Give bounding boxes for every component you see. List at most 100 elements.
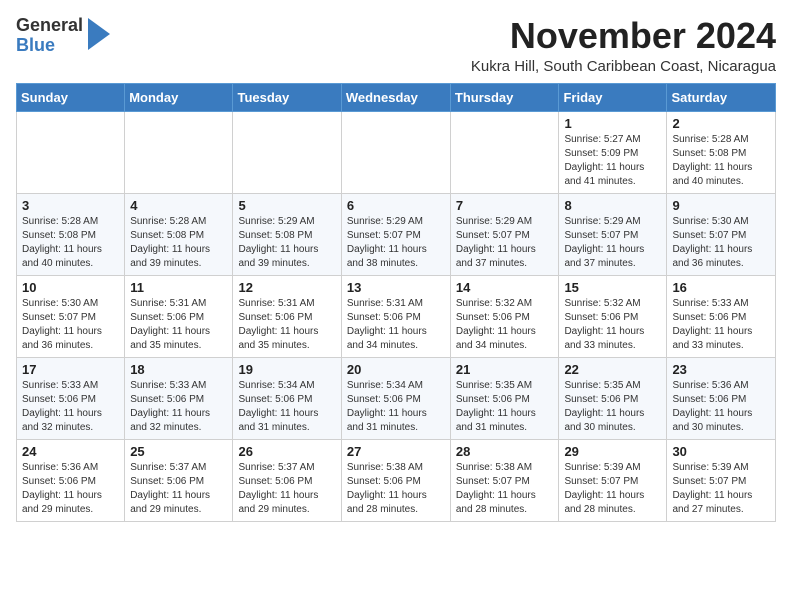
day-of-week-header: Saturday xyxy=(667,83,776,111)
calendar-day-cell: 5 Sunrise: 5:29 AMSunset: 5:08 PMDaylight… xyxy=(233,193,341,275)
calendar-day-cell: 10 Sunrise: 5:30 AMSunset: 5:07 PMDayligh… xyxy=(17,275,125,357)
day-number: 15 xyxy=(564,280,661,295)
day-info: Sunrise: 5:36 AMSunset: 5:06 PMDaylight:… xyxy=(22,461,119,517)
calendar-day-cell: 16 Sunrise: 5:33 AMSunset: 5:06 PMDayligh… xyxy=(667,275,776,357)
calendar-day-cell: 22 Sunrise: 5:35 AMSunset: 5:06 PMDayligh… xyxy=(559,357,667,439)
day-number: 3 xyxy=(22,198,119,213)
calendar-day-cell: 14 Sunrise: 5:32 AMSunset: 5:06 PMDayligh… xyxy=(450,275,559,357)
day-info: Sunrise: 5:35 AMSunset: 5:06 PMDaylight:… xyxy=(564,379,661,435)
day-of-week-header: Wednesday xyxy=(341,83,450,111)
calendar-day-cell: 20 Sunrise: 5:34 AMSunset: 5:06 PMDayligh… xyxy=(341,357,450,439)
day-info: Sunrise: 5:38 AMSunset: 5:07 PMDaylight:… xyxy=(456,461,554,517)
day-info: Sunrise: 5:28 AMSunset: 5:08 PMDaylight:… xyxy=(672,133,770,189)
calendar-day-cell: 19 Sunrise: 5:34 AMSunset: 5:06 PMDayligh… xyxy=(233,357,341,439)
calendar-day-cell: 15 Sunrise: 5:32 AMSunset: 5:06 PMDayligh… xyxy=(559,275,667,357)
day-number: 19 xyxy=(238,362,335,377)
day-of-week-header: Friday xyxy=(559,83,667,111)
day-info: Sunrise: 5:30 AMSunset: 5:07 PMDaylight:… xyxy=(672,215,770,271)
day-number: 6 xyxy=(347,198,445,213)
calendar-day-cell: 21 Sunrise: 5:35 AMSunset: 5:06 PMDayligh… xyxy=(450,357,559,439)
calendar-week-row: 17 Sunrise: 5:33 AMSunset: 5:06 PMDayligh… xyxy=(17,357,776,439)
day-info: Sunrise: 5:27 AMSunset: 5:09 PMDaylight:… xyxy=(564,133,661,189)
calendar-day-cell: 13 Sunrise: 5:31 AMSunset: 5:06 PMDayligh… xyxy=(341,275,450,357)
day-info: Sunrise: 5:39 AMSunset: 5:07 PMDaylight:… xyxy=(672,461,770,517)
day-number: 29 xyxy=(564,444,661,459)
calendar-day-cell: 6 Sunrise: 5:29 AMSunset: 5:07 PMDaylight… xyxy=(341,193,450,275)
day-info: Sunrise: 5:31 AMSunset: 5:06 PMDaylight:… xyxy=(130,297,227,353)
day-number: 14 xyxy=(456,280,554,295)
day-info: Sunrise: 5:37 AMSunset: 5:06 PMDaylight:… xyxy=(130,461,227,517)
day-info: Sunrise: 5:33 AMSunset: 5:06 PMDaylight:… xyxy=(22,379,119,435)
day-info: Sunrise: 5:29 AMSunset: 5:07 PMDaylight:… xyxy=(456,215,554,271)
calendar-day-cell: 29 Sunrise: 5:39 AMSunset: 5:07 PMDayligh… xyxy=(559,439,667,521)
day-number: 17 xyxy=(22,362,119,377)
calendar-day-cell xyxy=(341,111,450,193)
day-number: 8 xyxy=(564,198,661,213)
day-info: Sunrise: 5:34 AMSunset: 5:06 PMDaylight:… xyxy=(347,379,445,435)
day-info: Sunrise: 5:29 AMSunset: 5:07 PMDaylight:… xyxy=(564,215,661,271)
day-info: Sunrise: 5:31 AMSunset: 5:06 PMDaylight:… xyxy=(347,297,445,353)
day-number: 26 xyxy=(238,444,335,459)
day-info: Sunrise: 5:31 AMSunset: 5:06 PMDaylight:… xyxy=(238,297,335,353)
calendar-day-cell: 8 Sunrise: 5:29 AMSunset: 5:07 PMDaylight… xyxy=(559,193,667,275)
calendar-day-cell: 11 Sunrise: 5:31 AMSunset: 5:06 PMDayligh… xyxy=(125,275,233,357)
calendar-day-cell: 12Sunrise: 5:31 AMSunset: 5:06 PMDayligh… xyxy=(233,275,341,357)
day-info: Sunrise: 5:33 AMSunset: 5:06 PMDaylight:… xyxy=(130,379,227,435)
day-number: 5 xyxy=(238,198,335,213)
day-number: 13 xyxy=(347,280,445,295)
day-info: Sunrise: 5:32 AMSunset: 5:06 PMDaylight:… xyxy=(456,297,554,353)
day-info: Sunrise: 5:35 AMSunset: 5:06 PMDaylight:… xyxy=(456,379,554,435)
day-number: 7 xyxy=(456,198,554,213)
day-number: 23 xyxy=(672,362,770,377)
day-info: Sunrise: 5:34 AMSunset: 5:06 PMDaylight:… xyxy=(238,379,335,435)
calendar-day-cell xyxy=(17,111,125,193)
day-info: Sunrise: 5:29 AMSunset: 5:07 PMDaylight:… xyxy=(347,215,445,271)
calendar-day-cell: 23 Sunrise: 5:36 AMSunset: 5:06 PMDayligh… xyxy=(667,357,776,439)
day-info: Sunrise: 5:32 AMSunset: 5:06 PMDaylight:… xyxy=(564,297,661,353)
day-info: Sunrise: 5:30 AMSunset: 5:07 PMDaylight:… xyxy=(22,297,119,353)
month-year-title: November 2024 xyxy=(471,16,776,56)
calendar-day-cell: 2 Sunrise: 5:28 AMSunset: 5:08 PMDaylight… xyxy=(667,111,776,193)
calendar-day-cell: 30 Sunrise: 5:39 AMSunset: 5:07 PMDayligh… xyxy=(667,439,776,521)
day-info: Sunrise: 5:39 AMSunset: 5:07 PMDaylight:… xyxy=(564,461,661,517)
page-header: General Blue November 2024 Kukra Hill, S… xyxy=(16,16,776,75)
day-number: 27 xyxy=(347,444,445,459)
calendar-header-row: SundayMondayTuesdayWednesdayThursdayFrid… xyxy=(17,83,776,111)
calendar-day-cell: 26 Sunrise: 5:37 AMSunset: 5:06 PMDayligh… xyxy=(233,439,341,521)
logo-icon xyxy=(88,18,110,50)
day-info: Sunrise: 5:29 AMSunset: 5:08 PMDaylight:… xyxy=(238,215,335,271)
day-number: 10 xyxy=(22,280,119,295)
calendar-day-cell: 1Sunrise: 5:27 AMSunset: 5:09 PMDaylight… xyxy=(559,111,667,193)
day-number: 4 xyxy=(130,198,227,213)
calendar-week-row: 1Sunrise: 5:27 AMSunset: 5:09 PMDaylight… xyxy=(17,111,776,193)
day-info: Sunrise: 5:36 AMSunset: 5:06 PMDaylight:… xyxy=(672,379,770,435)
day-number: 16 xyxy=(672,280,770,295)
calendar-day-cell xyxy=(233,111,341,193)
calendar-day-cell xyxy=(450,111,559,193)
day-number: 11 xyxy=(130,280,227,295)
day-info: Sunrise: 5:28 AMSunset: 5:08 PMDaylight:… xyxy=(130,215,227,271)
day-info: Sunrise: 5:38 AMSunset: 5:06 PMDaylight:… xyxy=(347,461,445,517)
calendar-week-row: 24Sunrise: 5:36 AMSunset: 5:06 PMDayligh… xyxy=(17,439,776,521)
location-subtitle: Kukra Hill, South Caribbean Coast, Nicar… xyxy=(471,58,776,75)
day-number: 25 xyxy=(130,444,227,459)
day-number: 28 xyxy=(456,444,554,459)
day-number: 20 xyxy=(347,362,445,377)
calendar-day-cell: 28 Sunrise: 5:38 AMSunset: 5:07 PMDayligh… xyxy=(450,439,559,521)
day-number: 9 xyxy=(672,198,770,213)
calendar-table: SundayMondayTuesdayWednesdayThursdayFrid… xyxy=(16,83,776,522)
calendar-day-cell xyxy=(125,111,233,193)
calendar-day-cell: 9 Sunrise: 5:30 AMSunset: 5:07 PMDaylight… xyxy=(667,193,776,275)
day-info: Sunrise: 5:33 AMSunset: 5:06 PMDaylight:… xyxy=(672,297,770,353)
calendar-day-cell: 25 Sunrise: 5:37 AMSunset: 5:06 PMDayligh… xyxy=(125,439,233,521)
day-number: 2 xyxy=(672,116,770,131)
calendar-day-cell: 7 Sunrise: 5:29 AMSunset: 5:07 PMDaylight… xyxy=(450,193,559,275)
calendar-week-row: 10 Sunrise: 5:30 AMSunset: 5:07 PMDayligh… xyxy=(17,275,776,357)
calendar-day-cell: 4 Sunrise: 5:28 AMSunset: 5:08 PMDaylight… xyxy=(125,193,233,275)
calendar-day-cell: 3Sunrise: 5:28 AMSunset: 5:08 PMDaylight… xyxy=(17,193,125,275)
day-number: 30 xyxy=(672,444,770,459)
day-number: 21 xyxy=(456,362,554,377)
day-info: Sunrise: 5:37 AMSunset: 5:06 PMDaylight:… xyxy=(238,461,335,517)
day-number: 22 xyxy=(564,362,661,377)
calendar-day-cell: 27 Sunrise: 5:38 AMSunset: 5:06 PMDayligh… xyxy=(341,439,450,521)
